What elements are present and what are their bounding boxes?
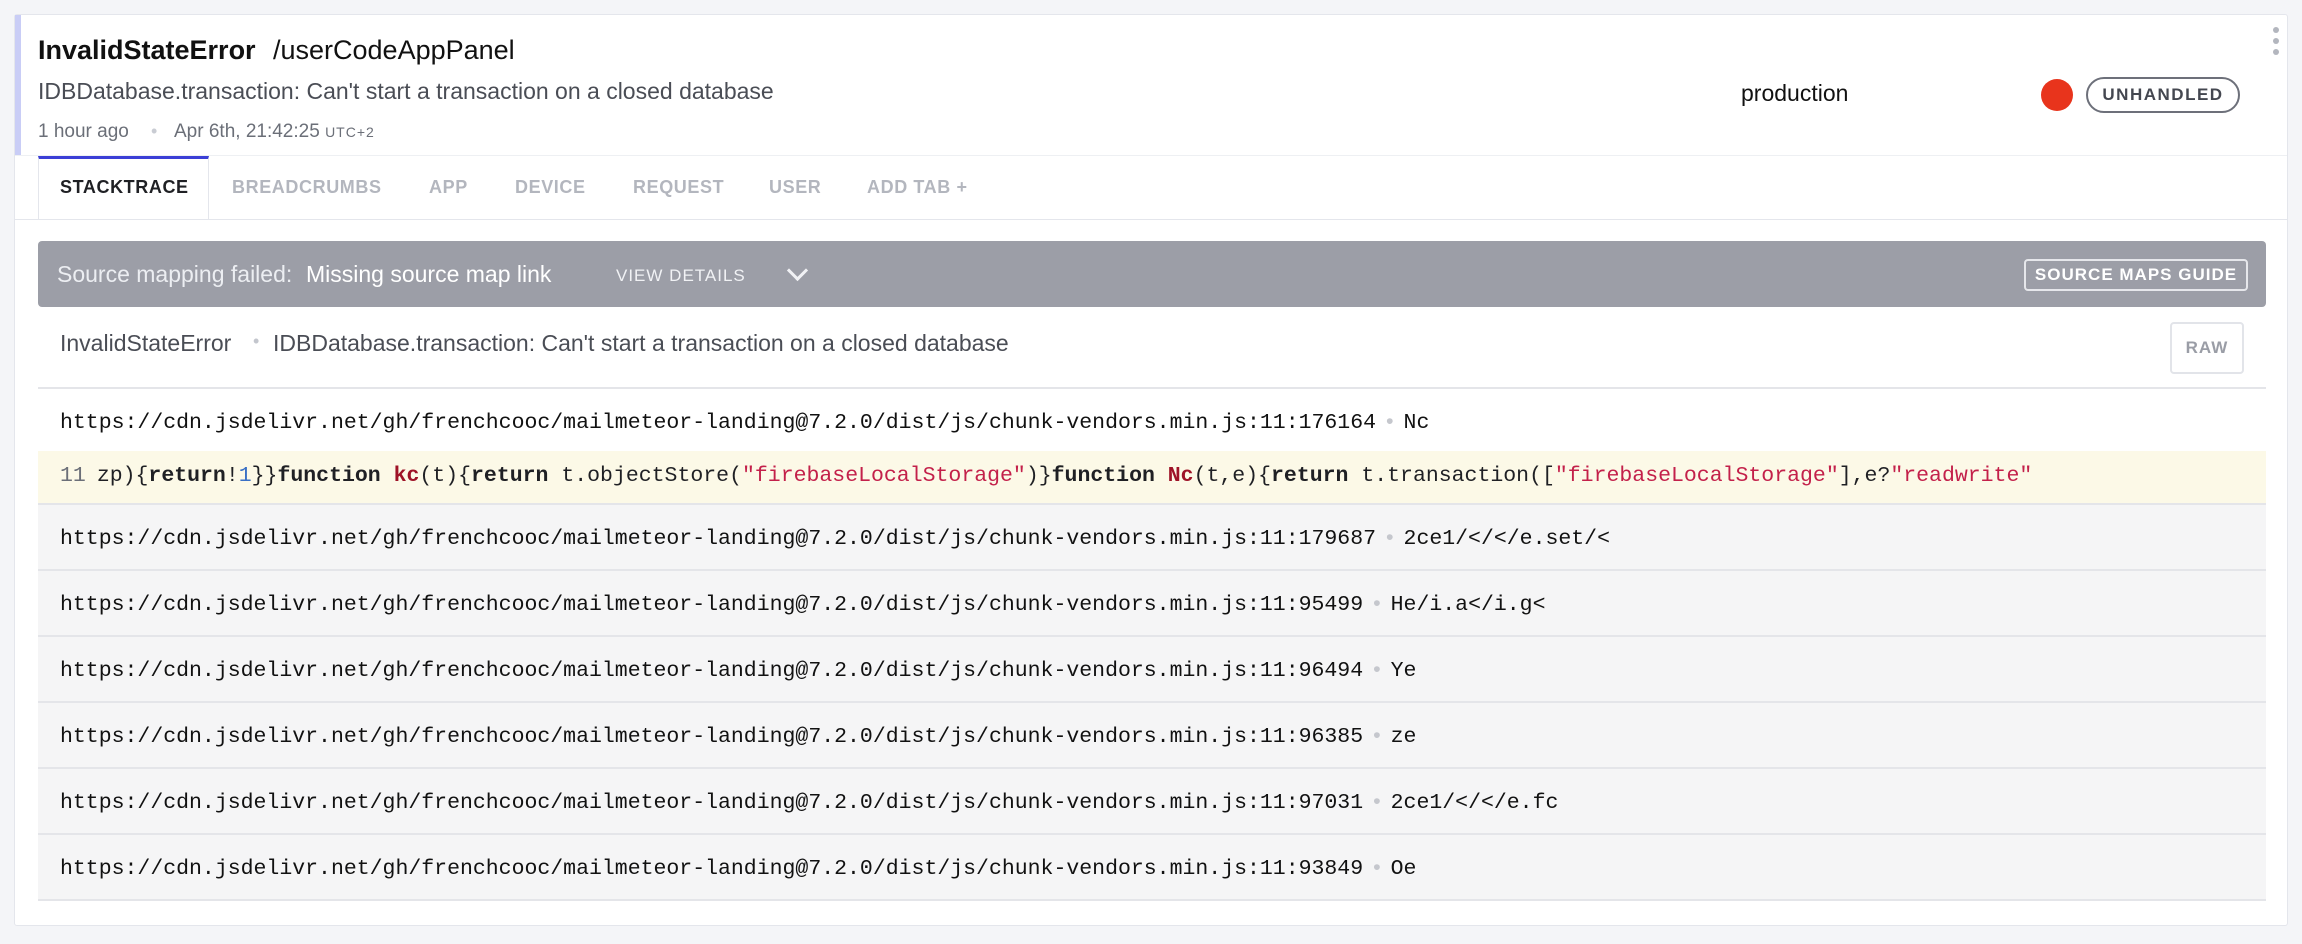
code-line-content: 11 zp){return!1}}function kc(t){return t.… xyxy=(60,464,2032,488)
exception-message: IDBDatabase.transaction: Can't start a t… xyxy=(273,330,1009,356)
absolute-time: Apr 6th, 21:42:25 UTC+2 xyxy=(174,121,375,143)
code-context-line: 11 zp){return!1}}function kc(t){return t.… xyxy=(38,451,2266,503)
frame-file: https://cdn.jsdelivr.net/gh/frenchcooc/m… xyxy=(60,659,1364,683)
raw-button[interactable]: RAW xyxy=(2170,322,2244,374)
code-token: "firebaseLocalStorage" xyxy=(1554,464,1839,488)
tab-device[interactable]: DEVICE xyxy=(515,177,586,198)
code-token: t.transaction([ xyxy=(1348,464,1555,488)
code-token: return xyxy=(471,464,549,488)
code-token: "readwrite" xyxy=(1890,464,2033,488)
plus-icon: + xyxy=(956,177,968,197)
code-token: "firebaseLocalStorage" xyxy=(741,464,1026,488)
code-token: return xyxy=(148,464,226,488)
code-token: (t,e){ xyxy=(1193,464,1272,488)
code-token: 1 xyxy=(238,464,252,488)
unhandled-badge: UNHANDLED xyxy=(2086,77,2240,113)
frame-method: ze xyxy=(1390,725,1417,749)
tab-add[interactable]: ADD TAB + xyxy=(867,177,968,198)
stacktrace-frames: https://cdn.jsdelivr.net/gh/frenchcooc/m… xyxy=(38,387,2266,901)
frame-method: Nc xyxy=(1403,411,1430,435)
frame-file: https://cdn.jsdelivr.net/gh/frenchcooc/m… xyxy=(60,411,1377,435)
tab-add-label: ADD TAB xyxy=(867,177,951,197)
stack-frame[interactable]: https://cdn.jsdelivr.net/gh/frenchcooc/m… xyxy=(38,767,2266,833)
tabs-top-divider xyxy=(15,155,2287,156)
timezone: UTC+2 xyxy=(325,124,375,140)
error-context: /userCodeAppPanel xyxy=(273,35,515,65)
tabs-divider xyxy=(15,219,2287,220)
separator-dot: • xyxy=(151,121,158,141)
tab-user[interactable]: USER xyxy=(769,177,821,198)
frame-file: https://cdn.jsdelivr.net/gh/frenchcooc/m… xyxy=(60,593,1364,617)
frame-method: Oe xyxy=(1390,857,1417,881)
tab-breadcrumbs[interactable]: BREADCRUMBS xyxy=(232,177,382,198)
tab-request[interactable]: REQUEST xyxy=(633,177,724,198)
error-message: IDBDatabase.transaction: Can't start a t… xyxy=(38,78,774,104)
code-token: ! xyxy=(225,464,239,488)
exception-class: InvalidStateError xyxy=(60,330,232,356)
code-token: )} xyxy=(1025,464,1052,488)
relative-time: 1 hour ago xyxy=(38,121,129,142)
separator-dot: • xyxy=(253,331,260,351)
environment-label: production xyxy=(1741,80,1849,106)
frame-file: https://cdn.jsdelivr.net/gh/frenchcooc/m… xyxy=(60,857,1364,881)
stack-frame[interactable]: https://cdn.jsdelivr.net/gh/frenchcooc/m… xyxy=(38,387,2266,451)
code-token: ],e? xyxy=(1838,464,1891,488)
tab-app[interactable]: APP xyxy=(429,177,468,198)
frame-method: He/i.a</i.g< xyxy=(1390,593,1546,617)
code-token: function xyxy=(1051,464,1155,488)
frame-method: 2ce1/</</e.set/< xyxy=(1403,527,1610,551)
error-class: InvalidStateError xyxy=(38,35,256,65)
code-token: function xyxy=(277,464,381,488)
frame-method: 2ce1/</</e.fc xyxy=(1390,791,1559,815)
stack-frame[interactable]: https://cdn.jsdelivr.net/gh/frenchcooc/m… xyxy=(38,833,2266,899)
code-token: }} xyxy=(251,464,278,488)
line-number: 11 xyxy=(60,464,86,488)
code-token: t.objectStore( xyxy=(548,464,742,488)
view-details-link[interactable]: VIEW DETAILS xyxy=(616,266,746,286)
tab-stacktrace[interactable]: STACKTRACE xyxy=(60,177,189,198)
code-token: kc xyxy=(393,464,420,488)
code-token: (t){ xyxy=(419,464,472,488)
severity-indicator xyxy=(2041,79,2073,111)
banner-reason: Missing source map link xyxy=(306,261,552,287)
absolute-time-value: Apr 6th, 21:42:25 xyxy=(174,121,320,142)
frame-file: https://cdn.jsdelivr.net/gh/frenchcooc/m… xyxy=(60,527,1377,551)
frame-method: Ye xyxy=(1390,659,1417,683)
banner-label: Source mapping failed: xyxy=(57,261,293,287)
stack-frame[interactable]: https://cdn.jsdelivr.net/gh/frenchcooc/m… xyxy=(38,569,2266,635)
stack-frame[interactable]: https://cdn.jsdelivr.net/gh/frenchcooc/m… xyxy=(38,701,2266,767)
stack-frame[interactable]: https://cdn.jsdelivr.net/gh/frenchcooc/m… xyxy=(38,635,2266,701)
frame-file: https://cdn.jsdelivr.net/gh/frenchcooc/m… xyxy=(60,791,1364,815)
frame-file: https://cdn.jsdelivr.net/gh/frenchcooc/m… xyxy=(60,725,1364,749)
more-options-icon[interactable] xyxy=(2271,27,2281,67)
chevron-down-icon[interactable] xyxy=(786,259,809,282)
frames-bottom-divider xyxy=(38,899,2266,901)
accent-bar xyxy=(15,15,21,155)
source-mapping-banner: Source mapping failed: Missing source ma… xyxy=(38,241,2266,307)
source-maps-guide-button[interactable]: SOURCE MAPS GUIDE xyxy=(2024,259,2248,291)
stack-frame[interactable]: https://cdn.jsdelivr.net/gh/frenchcooc/m… xyxy=(38,503,2266,569)
code-token: Nc xyxy=(1167,464,1194,488)
code-token: return xyxy=(1271,464,1349,488)
error-card: InvalidStateError /userCodeAppPanel IDBD… xyxy=(14,14,2288,926)
code-token: zp){ xyxy=(96,464,149,488)
